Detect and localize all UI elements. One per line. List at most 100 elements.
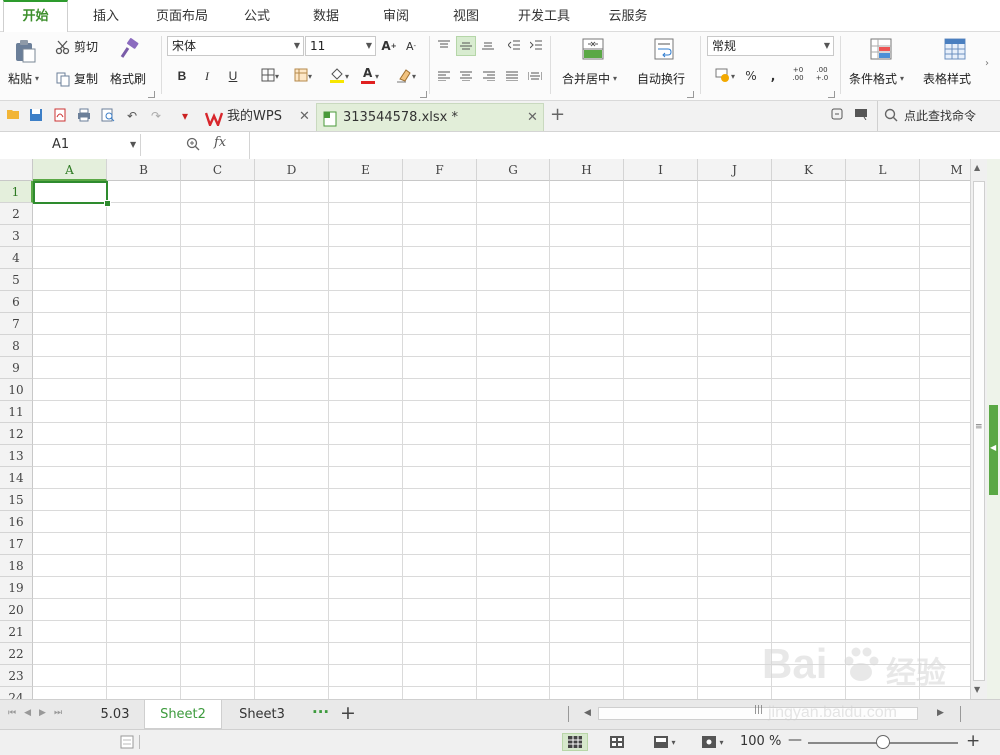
column-header-a[interactable]: A — [33, 159, 107, 181]
sheet-nav-arrows-icon[interactable]: ⏮◀▶⏭ — [8, 708, 70, 718]
command-search[interactable]: 点此查找命令 — [904, 107, 976, 124]
percent-button[interactable]: % — [742, 67, 760, 85]
scroll-down-icon[interactable]: ▼ — [974, 685, 980, 694]
normal-view-button[interactable] — [562, 733, 588, 751]
macro-record-icon[interactable] — [120, 735, 134, 753]
zoom-in-button[interactable]: + — [966, 731, 980, 751]
font-name-select[interactable]: 宋体 ▼ — [167, 36, 304, 56]
grow-font-button[interactable]: A + — [380, 37, 398, 55]
save-icon[interactable] — [28, 108, 44, 124]
row-header-2[interactable]: 2 — [0, 203, 33, 225]
wrap-text-icon[interactable] — [653, 38, 675, 60]
borders-button[interactable]: ▾ — [255, 67, 285, 85]
increase-indent-button[interactable] — [527, 36, 545, 54]
column-header-f[interactable]: F — [403, 159, 477, 181]
cut-button[interactable]: 剪切 — [55, 38, 98, 55]
select-all-corner[interactable] — [0, 159, 33, 181]
clear-format-button[interactable]: ▾ — [392, 67, 420, 85]
row-header-16[interactable]: 16 — [0, 511, 33, 533]
sheet-tab-sheet2[interactable]: Sheet2 — [144, 700, 222, 729]
sheet-tab-5-03[interactable]: 5.03 — [86, 700, 144, 729]
vertical-scroll-thumb[interactable]: ≡ — [973, 181, 985, 681]
align-center-button[interactable] — [457, 67, 475, 85]
row-header-14[interactable]: 14 — [0, 467, 33, 489]
font-size-select[interactable]: 11 ▼ — [305, 36, 376, 56]
print-preview-icon[interactable] — [100, 108, 116, 124]
tab-page-layout[interactable]: 页面布局 — [146, 0, 218, 31]
tab-workbook[interactable]: 313544578.xlsx * ✕ — [316, 103, 544, 131]
tab-view[interactable]: 视图 — [440, 0, 492, 31]
row-header-15[interactable]: 15 — [0, 489, 33, 511]
bold-button[interactable]: B — [173, 67, 191, 85]
column-header-i[interactable]: I — [624, 159, 698, 181]
column-header-m[interactable]: M — [920, 159, 970, 181]
format-painter-icon[interactable] — [119, 38, 141, 60]
fill-color-button[interactable]: ▾ — [325, 67, 353, 85]
column-header-h[interactable]: H — [550, 159, 624, 181]
column-header-c[interactable]: C — [181, 159, 255, 181]
redo-icon[interactable]: ↷ — [148, 108, 164, 124]
fill-pattern-button[interactable]: ▾ — [288, 67, 318, 85]
reading-layout-button[interactable]: ▾ — [648, 733, 682, 751]
insert-function-button[interactable]: fx — [214, 135, 226, 150]
row-header-6[interactable]: 6 — [0, 291, 33, 313]
tab-my-wps[interactable]: 我的WPS ✕ — [200, 103, 316, 131]
align-middle-button[interactable] — [456, 36, 476, 56]
font-launcher-icon[interactable] — [420, 91, 427, 98]
tab-start[interactable]: 开始 — [3, 0, 68, 33]
decrease-decimal-button[interactable]: .00 +.0 — [813, 65, 831, 83]
align-left-button[interactable] — [435, 67, 453, 85]
row-header-13[interactable]: 13 — [0, 445, 33, 467]
open-icon[interactable] — [6, 108, 22, 124]
justify-button[interactable] — [503, 67, 521, 85]
fill-handle[interactable] — [104, 200, 111, 207]
zoom-level[interactable]: 100 % — [740, 734, 781, 749]
row-header-10[interactable]: 10 — [0, 379, 33, 401]
merge-center-button[interactable]: 合并居中 ▾ — [562, 70, 617, 87]
zoom-out-button[interactable]: — — [788, 732, 802, 748]
new-tab-button[interactable]: + — [550, 104, 565, 125]
comma-button[interactable]: , — [764, 67, 782, 85]
row-header-5[interactable]: 5 — [0, 269, 33, 291]
row-header-7[interactable]: 7 — [0, 313, 33, 335]
currency-button[interactable]: ▾ — [710, 67, 740, 85]
font-color-button[interactable]: A ▾ — [356, 66, 384, 85]
search-icon[interactable] — [884, 108, 898, 126]
table-style-icon[interactable] — [944, 38, 966, 60]
column-header-g[interactable]: G — [477, 159, 550, 181]
print-icon[interactable] — [76, 108, 92, 124]
align-top-button[interactable] — [435, 36, 453, 54]
align-right-button[interactable] — [480, 67, 498, 85]
row-header-21[interactable]: 21 — [0, 621, 33, 643]
alignment-launcher-icon[interactable] — [687, 91, 694, 98]
conditional-format-icon[interactable] — [870, 38, 892, 60]
scroll-right-icon[interactable]: ▶ — [937, 708, 944, 718]
tab-formulas[interactable]: 公式 — [231, 0, 283, 31]
italic-button[interactable]: I — [198, 67, 216, 85]
chevron-down-icon[interactable]: ▼ — [130, 140, 136, 149]
scroll-up-icon[interactable]: ▲ — [974, 163, 980, 172]
column-header-e[interactable]: E — [329, 159, 403, 181]
align-bottom-button[interactable] — [479, 36, 497, 54]
wrap-text-button[interactable]: 自动换行 — [637, 70, 685, 87]
page-break-view-button[interactable] — [604, 733, 630, 751]
horizontal-scroll-thumb[interactable]: ||| — [598, 705, 918, 720]
cloud-sync-icon[interactable] — [829, 108, 845, 124]
tab-insert[interactable]: 插入 — [80, 0, 132, 31]
row-header-23[interactable]: 23 — [0, 665, 33, 687]
row-header-3[interactable]: 3 — [0, 225, 33, 247]
export-pdf-icon[interactable] — [52, 108, 68, 124]
tab-data[interactable]: 数据 — [300, 0, 352, 31]
conditional-format-button[interactable]: 条件格式 ▾ — [849, 70, 904, 87]
row-header-20[interactable]: 20 — [0, 599, 33, 621]
format-painter-button[interactable]: 格式刷 — [110, 70, 146, 87]
side-panel-toggle[interactable]: ◀ — [989, 405, 998, 495]
row-header-24[interactable]: 24 — [0, 687, 33, 699]
row-header-9[interactable]: 9 — [0, 357, 33, 379]
row-header-4[interactable]: 4 — [0, 247, 33, 269]
distributed-button[interactable] — [526, 67, 544, 85]
tab-cloud[interactable]: 云服务 — [592, 0, 664, 31]
paste-icon[interactable] — [12, 38, 38, 64]
zoom-formula-icon[interactable] — [186, 137, 200, 155]
scroll-left-icon[interactable]: ◀ — [584, 708, 591, 718]
